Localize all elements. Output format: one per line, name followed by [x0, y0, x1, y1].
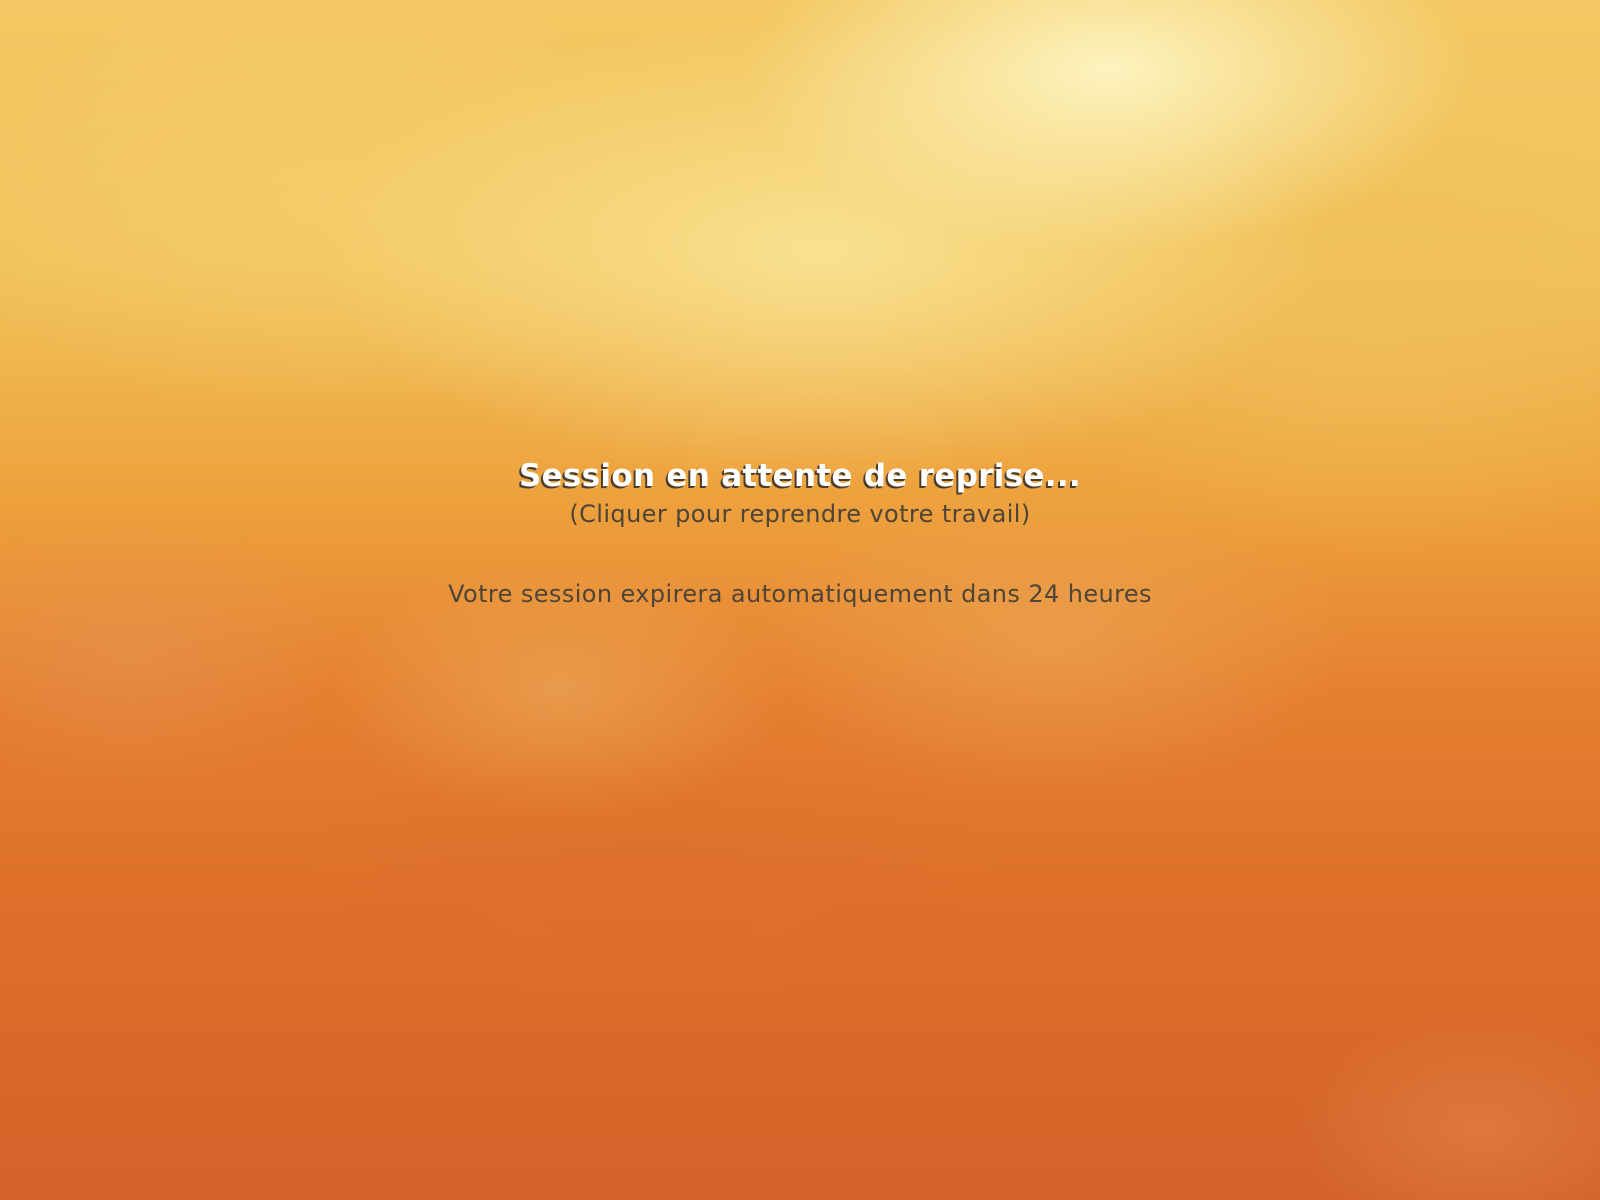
session-status-title: Session en attente de reprise... [518, 458, 1082, 494]
resume-hint[interactable]: (Cliquer pour reprendre votre travail) [0, 496, 1600, 532]
session-expiry-notice: Votre session expirera automatiquement d… [448, 580, 1152, 608]
resume-session-area[interactable]: Session en attente de reprise... (Clique… [0, 456, 1600, 532]
